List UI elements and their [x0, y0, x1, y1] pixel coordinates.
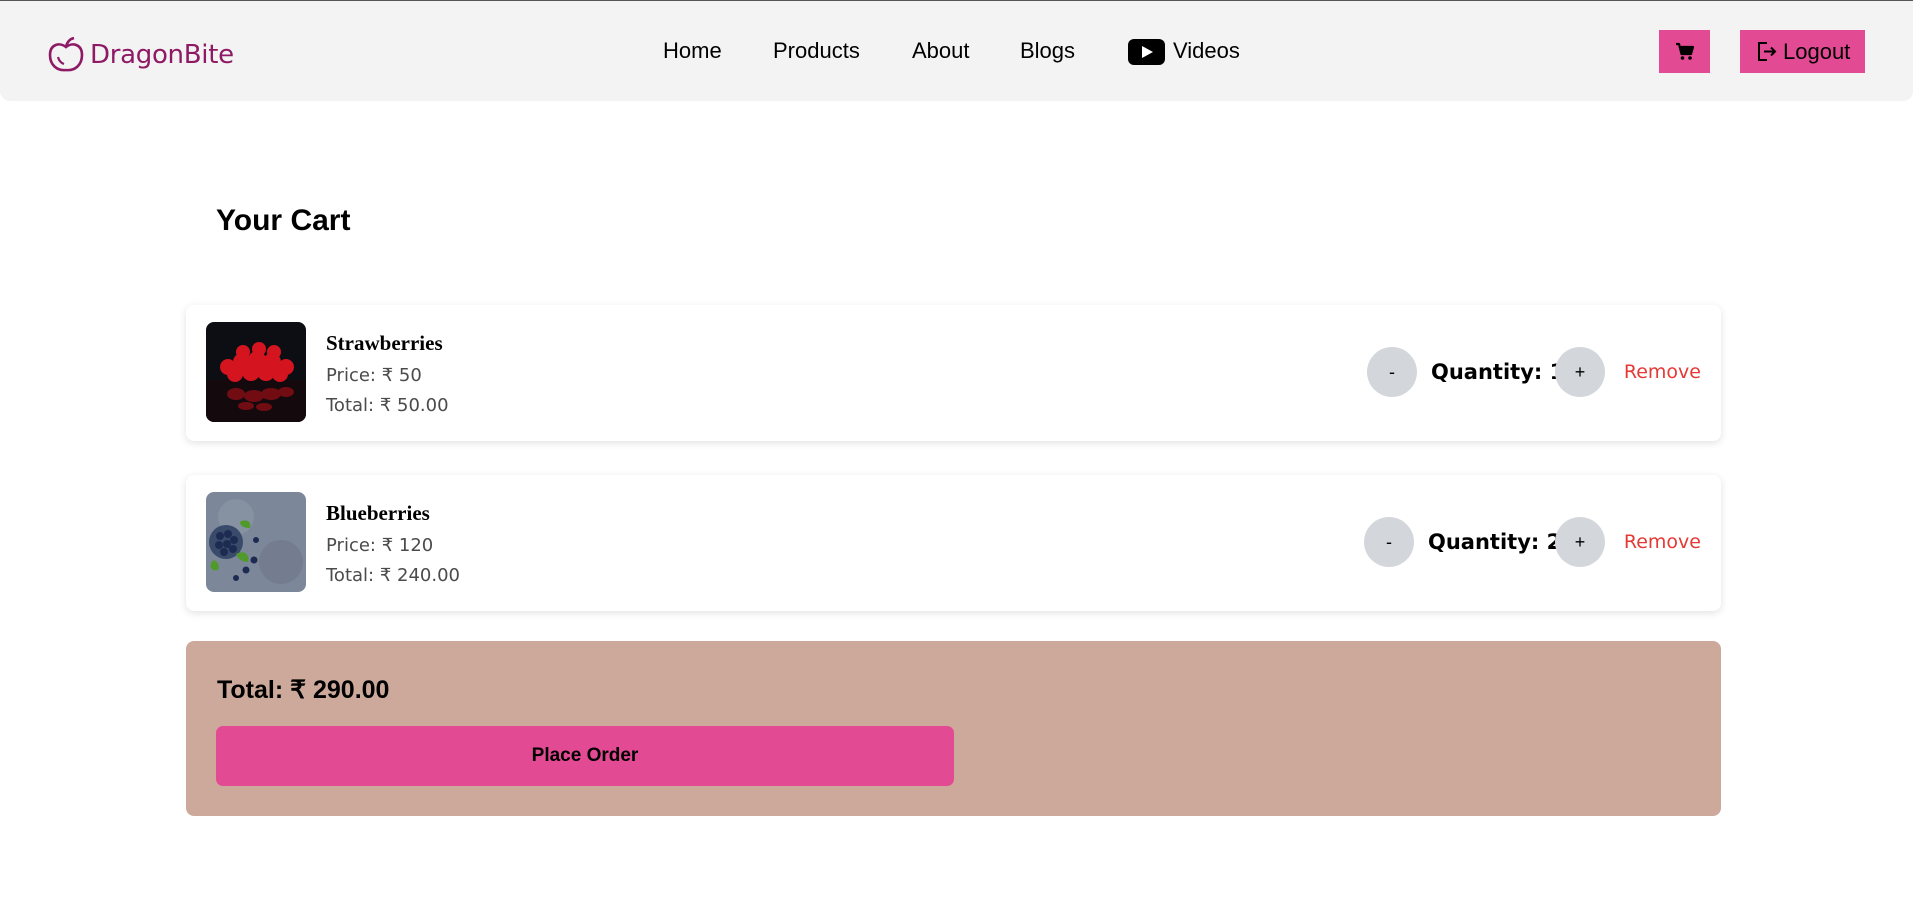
cart-button[interactable] [1659, 30, 1710, 73]
item-price: Price: ₹ 50 [326, 365, 422, 386]
nav-products[interactable]: Products [773, 37, 860, 65]
nav-videos-label: Videos [1173, 38, 1240, 63]
nav-about[interactable]: About [912, 37, 970, 65]
nav-home[interactable]: Home [663, 37, 722, 65]
item-total: Total: ₹ 50.00 [326, 395, 449, 416]
order-summary: Total: ₹ 290.00 Place Order [186, 641, 1721, 816]
decrement-button[interactable]: - [1367, 347, 1417, 397]
remove-link[interactable]: Remove [1624, 361, 1701, 383]
strawberries-image [206, 322, 306, 422]
nav-blogs[interactable]: Blogs [1020, 37, 1075, 65]
quantity-label: Quantity: 1 [1431, 360, 1565, 384]
nav-videos[interactable]: Videos [1128, 37, 1240, 66]
logout-button[interactable]: Logout [1740, 30, 1865, 73]
item-name: Blueberries [326, 501, 430, 525]
navbar: DragonBite Home Products About Blogs Vid… [0, 1, 1913, 101]
place-order-button[interactable]: Place Order [216, 726, 954, 786]
decrement-button[interactable]: - [1364, 517, 1414, 567]
logout-icon [1758, 42, 1777, 61]
item-price: Price: ₹ 120 [326, 535, 434, 556]
remove-link[interactable]: Remove [1624, 531, 1701, 553]
page-title: Your Cart [216, 204, 351, 237]
item-total: Total: ₹ 240.00 [326, 565, 460, 586]
logout-label: Logout [1783, 39, 1851, 64]
cart-item: Strawberries Price: ₹ 50 Total: ₹ 50.00 … [186, 305, 1721, 441]
increment-button[interactable]: + [1555, 347, 1605, 397]
main-nav: Home Products About Blogs Videos [0, 37, 1913, 67]
quantity-label: Quantity: 2 [1428, 530, 1562, 554]
cart-icon [1676, 42, 1695, 60]
blueberries-image [206, 492, 306, 592]
youtube-icon [1128, 39, 1165, 66]
increment-button[interactable]: + [1555, 517, 1605, 567]
cart-item: Blueberries Price: ₹ 120 Total: ₹ 240.00… [186, 475, 1721, 611]
cart-total: Total: ₹ 290.00 [217, 676, 390, 704]
item-name: Strawberries [326, 331, 443, 355]
